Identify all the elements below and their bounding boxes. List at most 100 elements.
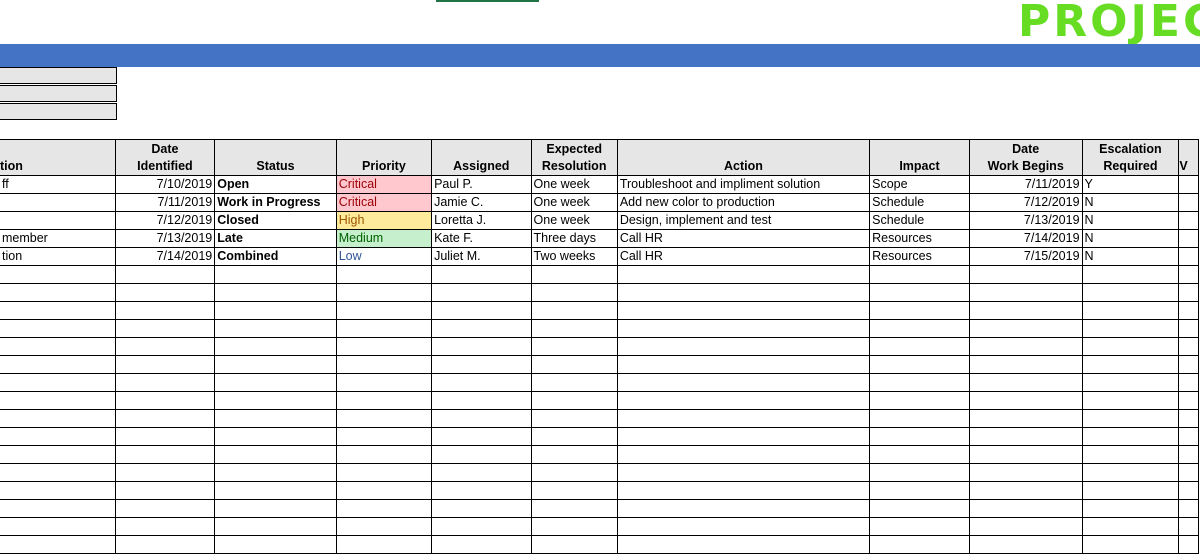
info-cell-2[interactable]	[0, 85, 117, 102]
empty-cell[interactable]	[869, 409, 970, 428]
empty-cell[interactable]	[335, 427, 433, 446]
column-header[interactable]: Priority	[335, 139, 433, 176]
empty-cell[interactable]	[114, 319, 216, 338]
empty-cell[interactable]	[968, 535, 1083, 554]
empty-cell[interactable]	[214, 301, 337, 320]
empty-cell[interactable]	[1178, 481, 1199, 500]
empty-cell[interactable]	[530, 391, 618, 410]
empty-cell[interactable]	[530, 481, 618, 500]
column-header[interactable]: tion	[0, 139, 116, 176]
empty-cell[interactable]	[968, 481, 1083, 500]
empty-cell[interactable]	[1081, 427, 1180, 446]
empty-cell[interactable]	[968, 301, 1083, 320]
empty-cell[interactable]	[431, 535, 532, 554]
empty-cell[interactable]	[530, 373, 618, 392]
empty-cell[interactable]	[869, 265, 970, 284]
empty-cell[interactable]	[1178, 445, 1199, 464]
work-begins-cell[interactable]: 7/11/2019	[968, 175, 1083, 194]
empty-cell[interactable]	[616, 517, 871, 536]
empty-cell[interactable]	[616, 499, 871, 518]
empty-cell[interactable]	[968, 391, 1083, 410]
description-cell[interactable]: member	[0, 229, 116, 248]
action-cell[interactable]: Call HR	[616, 247, 871, 266]
column-header[interactable]: Action	[616, 139, 871, 176]
empty-cell[interactable]	[1081, 445, 1180, 464]
status-cell[interactable]: Open	[214, 175, 337, 194]
empty-cell[interactable]	[335, 391, 433, 410]
column-header[interactable]: Date Identified	[114, 139, 216, 176]
empty-cell[interactable]	[431, 265, 532, 284]
empty-cell[interactable]	[0, 265, 116, 284]
empty-cell[interactable]	[869, 373, 970, 392]
empty-cell[interactable]	[431, 283, 532, 302]
empty-cell[interactable]	[214, 283, 337, 302]
impact-cell[interactable]: Schedule	[869, 211, 970, 230]
empty-cell[interactable]	[1178, 265, 1199, 284]
expected-resolution-cell[interactable]: Three days	[530, 229, 618, 248]
empty-cell[interactable]	[114, 337, 216, 356]
empty-cell[interactable]	[335, 373, 433, 392]
empty-cell[interactable]	[530, 319, 618, 338]
description-cell[interactable]: tion	[0, 247, 116, 266]
empty-cell[interactable]	[1178, 211, 1199, 230]
empty-cell[interactable]	[431, 499, 532, 518]
empty-cell[interactable]	[335, 535, 433, 554]
empty-cell[interactable]	[968, 409, 1083, 428]
empty-cell[interactable]	[114, 409, 216, 428]
empty-cell[interactable]	[0, 499, 116, 518]
empty-cell[interactable]	[530, 427, 618, 446]
action-cell[interactable]: Call HR	[616, 229, 871, 248]
empty-cell[interactable]	[1178, 499, 1199, 518]
empty-cell[interactable]	[431, 319, 532, 338]
empty-cell[interactable]	[0, 355, 116, 374]
empty-cell[interactable]	[616, 355, 871, 374]
empty-cell[interactable]	[530, 265, 618, 284]
empty-cell[interactable]	[869, 535, 970, 554]
assigned-cell[interactable]: Paul P.	[431, 175, 532, 194]
empty-cell[interactable]	[0, 283, 116, 302]
empty-cell[interactable]	[530, 337, 618, 356]
impact-cell[interactable]: Scope	[869, 175, 970, 194]
empty-cell[interactable]	[616, 463, 871, 482]
empty-cell[interactable]	[114, 283, 216, 302]
empty-cell[interactable]	[214, 427, 337, 446]
empty-cell[interactable]	[869, 463, 970, 482]
empty-cell[interactable]	[616, 301, 871, 320]
column-header[interactable]: Assigned	[431, 139, 532, 176]
empty-cell[interactable]	[1081, 301, 1180, 320]
priority-cell[interactable]: Low	[335, 247, 433, 266]
empty-cell[interactable]	[0, 391, 116, 410]
empty-cell[interactable]	[1178, 175, 1199, 194]
empty-cell[interactable]	[530, 355, 618, 374]
empty-cell[interactable]	[431, 427, 532, 446]
assigned-cell[interactable]: Jamie C.	[431, 193, 532, 212]
empty-cell[interactable]	[869, 319, 970, 338]
empty-cell[interactable]	[0, 337, 116, 356]
empty-cell[interactable]	[616, 265, 871, 284]
impact-cell[interactable]: Resources	[869, 229, 970, 248]
empty-cell[interactable]	[0, 535, 116, 554]
empty-cell[interactable]	[0, 445, 116, 464]
empty-cell[interactable]	[335, 283, 433, 302]
empty-cell[interactable]	[335, 337, 433, 356]
empty-cell[interactable]	[431, 355, 532, 374]
empty-cell[interactable]	[1178, 247, 1199, 266]
empty-cell[interactable]	[616, 319, 871, 338]
empty-cell[interactable]	[1081, 265, 1180, 284]
empty-cell[interactable]	[214, 535, 337, 554]
empty-cell[interactable]	[1081, 337, 1180, 356]
empty-cell[interactable]	[214, 265, 337, 284]
empty-cell[interactable]	[214, 373, 337, 392]
column-header[interactable]: Date Work Begins	[968, 139, 1083, 176]
empty-cell[interactable]	[1178, 301, 1199, 320]
empty-cell[interactable]	[968, 319, 1083, 338]
empty-cell[interactable]	[869, 301, 970, 320]
empty-cell[interactable]	[0, 301, 116, 320]
empty-cell[interactable]	[335, 499, 433, 518]
empty-cell[interactable]	[1178, 229, 1199, 248]
empty-cell[interactable]	[530, 535, 618, 554]
empty-cell[interactable]	[869, 391, 970, 410]
empty-cell[interactable]	[1081, 463, 1180, 482]
empty-cell[interactable]	[214, 445, 337, 464]
empty-cell[interactable]	[335, 265, 433, 284]
